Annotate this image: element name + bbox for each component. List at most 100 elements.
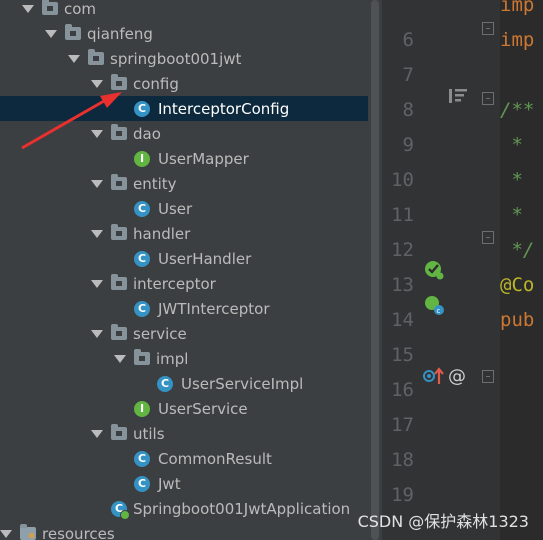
expand-chevron-icon[interactable]	[68, 54, 80, 63]
code-line[interactable]: imp	[500, 29, 534, 51]
spring-boot-app-icon: C	[111, 500, 130, 520]
tree-item-label: service	[133, 324, 187, 343]
tree-item-handler[interactable]: handler	[0, 221, 368, 246]
tree-item-label: resources	[42, 524, 115, 540]
tree-item-label: dao	[133, 124, 161, 143]
tree-item-label: springboot001jwt	[110, 49, 242, 68]
tree-item-userservice[interactable]: I UserService	[0, 396, 368, 421]
expand-chevron-icon[interactable]	[45, 29, 57, 38]
code-line[interactable]: */	[500, 239, 534, 261]
tree-item-com[interactable]: com	[0, 0, 368, 21]
fold-marker-icon[interactable]	[482, 370, 494, 383]
tree-item-springboot001jwt[interactable]: springboot001jwt	[0, 46, 368, 71]
expand-chevron-icon[interactable]	[0, 529, 12, 538]
tree-item-label: UserServiceImpl	[181, 374, 304, 393]
expand-chevron-icon[interactable]	[22, 4, 34, 13]
expand-chevron-icon[interactable]	[91, 429, 103, 438]
line-number: 17	[391, 414, 414, 436]
tree-item-label: UserHandler	[158, 249, 252, 268]
expand-chevron-icon[interactable]	[91, 279, 103, 288]
implementation-gutter-icon[interactable]	[422, 364, 446, 388]
package-folder-icon	[111, 424, 127, 440]
spring-bean-icon[interactable]: c	[422, 293, 446, 317]
project-tree[interactable]: com qianfeng springboot001jwt config C Interc…	[0, 0, 368, 540]
code-line[interactable]: *	[500, 169, 522, 191]
code-line[interactable]: /**	[500, 99, 534, 121]
tree-item-config[interactable]: config	[0, 71, 368, 96]
code-line[interactable]: *	[500, 134, 522, 156]
tree-item-interceptor[interactable]: interceptor	[0, 271, 368, 296]
tree-item-interceptorconfig[interactable]: C InterceptorConfig	[0, 96, 368, 121]
tree-item-entity[interactable]: entity	[0, 171, 368, 196]
package-folder-icon	[111, 274, 127, 290]
spring-config-bean-icon[interactable]	[422, 258, 446, 282]
tree-item-commonresult[interactable]: C CommonResult	[0, 446, 368, 471]
tree-item-resources[interactable]: resources	[0, 521, 368, 540]
code-line[interactable]: imp	[500, 0, 534, 16]
tree-item-label: UserMapper	[158, 149, 249, 168]
tree-item-label: qianfeng	[87, 24, 153, 43]
tree-item-utils[interactable]: utils	[0, 421, 368, 446]
package-folder-icon	[111, 174, 127, 190]
tree-item-label: CommonResult	[158, 449, 272, 468]
tree-item-service[interactable]: service	[0, 321, 368, 346]
interface-icon: I	[134, 400, 150, 417]
class-icon: C	[134, 300, 150, 317]
annotation-at-icon[interactable]: @	[446, 364, 470, 388]
watermark: CSDN @保护森林1323	[357, 512, 529, 531]
tree-item-dao[interactable]: dao	[0, 121, 368, 146]
expand-chevron-icon[interactable]	[91, 329, 103, 338]
expand-chevron-icon[interactable]	[91, 129, 103, 138]
tree-item-label: impl	[156, 349, 189, 368]
svg-text:@: @	[448, 366, 466, 387]
line-number: 15	[391, 344, 414, 366]
tree-item-usermapper[interactable]: I UserMapper	[0, 146, 368, 171]
class-icon: C	[134, 200, 150, 217]
resources-folder-icon	[20, 524, 36, 540]
expand-chevron-icon[interactable]	[91, 179, 103, 188]
fold-marker-icon[interactable]	[482, 231, 494, 244]
code-line[interactable]: pub	[500, 309, 534, 331]
code-editor[interactable]: imp imp /** * * * */ @Co pub	[500, 0, 543, 540]
line-number: 18	[391, 449, 414, 471]
package-folder-icon	[88, 49, 104, 65]
tree-item-label: utils	[133, 424, 165, 443]
tree-item-label: InterceptorConfig	[158, 99, 290, 118]
line-number: 7	[402, 64, 414, 86]
tree-item-user[interactable]: C User	[0, 196, 368, 221]
tree-item-jwt[interactable]: C Jwt	[0, 471, 368, 496]
tree-item-label: User	[158, 199, 193, 218]
tree-item-qianfeng[interactable]: qianfeng	[0, 21, 368, 46]
line-number: 14	[391, 309, 414, 331]
tree-item-label: JWTInterceptor	[158, 299, 270, 318]
tree-item-impl[interactable]: impl	[0, 346, 368, 371]
expand-chevron-icon[interactable]	[91, 79, 103, 88]
code-line[interactable]: @Co	[500, 274, 534, 296]
line-number: 8	[402, 99, 414, 121]
scrollbar-thumb[interactable]	[371, 0, 379, 540]
tree-item-userserviceimpl[interactable]: C UserServiceImpl	[0, 371, 368, 396]
expand-chevron-icon[interactable]	[91, 229, 103, 238]
line-number: 9	[402, 134, 414, 156]
tree-item-userhandler[interactable]: C UserHandler	[0, 246, 368, 271]
tree-item-jwtinterceptor[interactable]: C JWTInterceptor	[0, 296, 368, 321]
tree-item-label: com	[64, 0, 97, 18]
class-icon: C	[134, 475, 150, 492]
class-icon: C	[134, 250, 150, 267]
package-folder-icon	[111, 224, 127, 240]
fold-marker-icon[interactable]	[482, 22, 494, 35]
code-line[interactable]: *	[500, 204, 522, 226]
expand-chevron-icon[interactable]	[114, 354, 126, 363]
doc-comment-render-icon[interactable]	[446, 85, 470, 109]
interface-icon: I	[134, 150, 150, 167]
fold-marker-icon[interactable]	[482, 92, 494, 105]
package-folder-icon	[134, 349, 150, 365]
tree-item-label: Springboot001JwtApplication	[133, 499, 351, 518]
tree-item-springboot001jwtapplication[interactable]: C Springboot001JwtApplication	[0, 496, 368, 521]
class-icon: C	[157, 375, 173, 392]
tree-scrollbar[interactable]	[368, 0, 382, 540]
